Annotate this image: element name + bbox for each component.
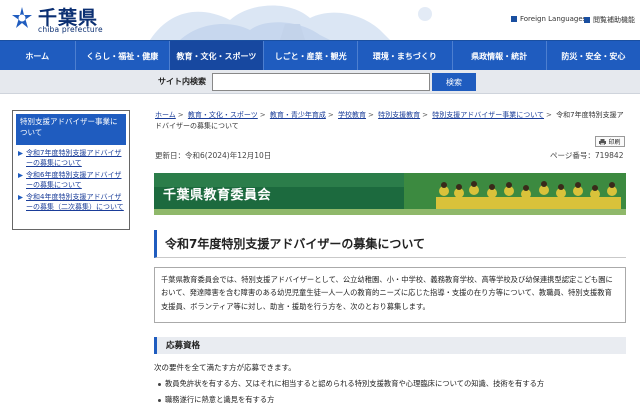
sidebar-title[interactable]: 特別支援アドバイザー事業について: [16, 114, 126, 145]
nav-education[interactable]: 教育・文化・スポーツ: [169, 41, 265, 71]
bullet-dot-icon: [158, 382, 161, 386]
search-label: サイト内検索: [158, 77, 206, 86]
breadcrumb-special-needs[interactable]: 特別支援教育: [378, 111, 420, 119]
bullet-dot-icon: [158, 398, 161, 402]
nav-life-welfare[interactable]: くらし・福祉・健康: [76, 41, 170, 71]
nav-disaster-safety[interactable]: 防災・安全・安心: [547, 41, 640, 71]
intro-box: 千葉県教育委員会では、特別支援アドバイザーとして、公立幼稚園、小・中学校、義務教…: [154, 267, 626, 323]
breadcrumb-youth[interactable]: 教育・青少年育成: [270, 111, 326, 119]
breadcrumb: ホーム > 教育・文化・スポーツ > 教育・青少年育成 > 学校教育 > 特別支援教育 >…: [155, 111, 624, 130]
search-button[interactable]: 検索: [432, 73, 476, 91]
updated-date: 更新日：令和6(2024)年12月10日: [155, 151, 272, 160]
breadcrumb-advisor[interactable]: 特別支援アドバイザー事業について: [432, 111, 544, 119]
global-nav: ホーム くらし・福祉・健康 教育・文化・スポーツ しごと・産業・観光 環境・まち…: [0, 40, 640, 71]
logo-subtitle: chiba prefecture: [38, 25, 103, 34]
banner-title: 千葉県教育委員会: [163, 188, 272, 203]
breadcrumb-school[interactable]: 学校教育: [338, 111, 366, 119]
print-button[interactable]: 印刷: [595, 136, 625, 147]
chiba-emblem-icon: [12, 7, 32, 28]
breadcrumb-education[interactable]: 教育・文化・スポーツ: [188, 111, 258, 119]
site-header: 千葉県 chiba prefecture Foreign Languages 閲…: [0, 0, 640, 40]
printer-icon: [599, 138, 607, 145]
triangle-bullet-icon: [18, 195, 23, 200]
site-logo[interactable]: 千葉県 chiba prefecture: [10, 4, 120, 36]
nav-work-industry[interactable]: しごと・産業・観光: [264, 41, 359, 71]
foreign-languages-link[interactable]: Foreign Languages: [511, 15, 586, 23]
accessibility-link[interactable]: 閲覧補助機能: [584, 15, 635, 25]
local-nav-sidebar: 特別支援アドバイザー事業について 令和7年度特別支援アドバイザーの募集について …: [12, 110, 130, 230]
search-input[interactable]: [212, 73, 430, 91]
triangle-bullet-icon: [18, 173, 23, 178]
list-item: 職務遂行に熱意と識見を有する方: [158, 395, 544, 405]
sidebar-item-r7[interactable]: 令和7年度特別支援アドバイザーの募集について: [18, 149, 125, 168]
nav-environment[interactable]: 環境・まちづくり: [358, 41, 453, 71]
page-number: ページ番号：719842: [550, 151, 624, 160]
sidebar-item-r6[interactable]: 令和6年度特別支援アドバイザーの募集について: [18, 171, 125, 190]
language-icon: [511, 16, 517, 22]
sidebar-list: 令和7年度特別支援アドバイザーの募集について 令和6年度特別支援アドバイザーの募…: [13, 145, 129, 212]
site-search-bar: サイト内検索 検索: [0, 70, 640, 94]
accessibility-icon: [584, 17, 590, 23]
section-heading-eligibility: 応募資格: [154, 337, 626, 354]
sidebar-item-r4[interactable]: 令和4年度特別支援アドバイザーの募集（二次募集）について: [18, 193, 125, 212]
triangle-bullet-icon: [18, 151, 23, 156]
board-banner: 千葉県教育委員会: [154, 173, 626, 215]
nav-home[interactable]: ホーム: [0, 41, 76, 71]
breadcrumb-home[interactable]: ホーム: [155, 111, 176, 119]
nav-prefecture-info[interactable]: 県政情報・統計: [453, 41, 547, 71]
eligibility-lead: 次の要件を全て満たす方が応募できます。: [154, 363, 296, 372]
eligibility-list: 教員免許状を有する方、又はそれに相当すると認められる特別支援教育や心理臨床につい…: [158, 379, 544, 411]
page-title: 令和7年度特別支援アドバイザーの募集について: [154, 230, 626, 258]
list-item: 教員免許状を有する方、又はそれに相当すると認められる特別支援教育や心理臨床につい…: [158, 379, 544, 389]
